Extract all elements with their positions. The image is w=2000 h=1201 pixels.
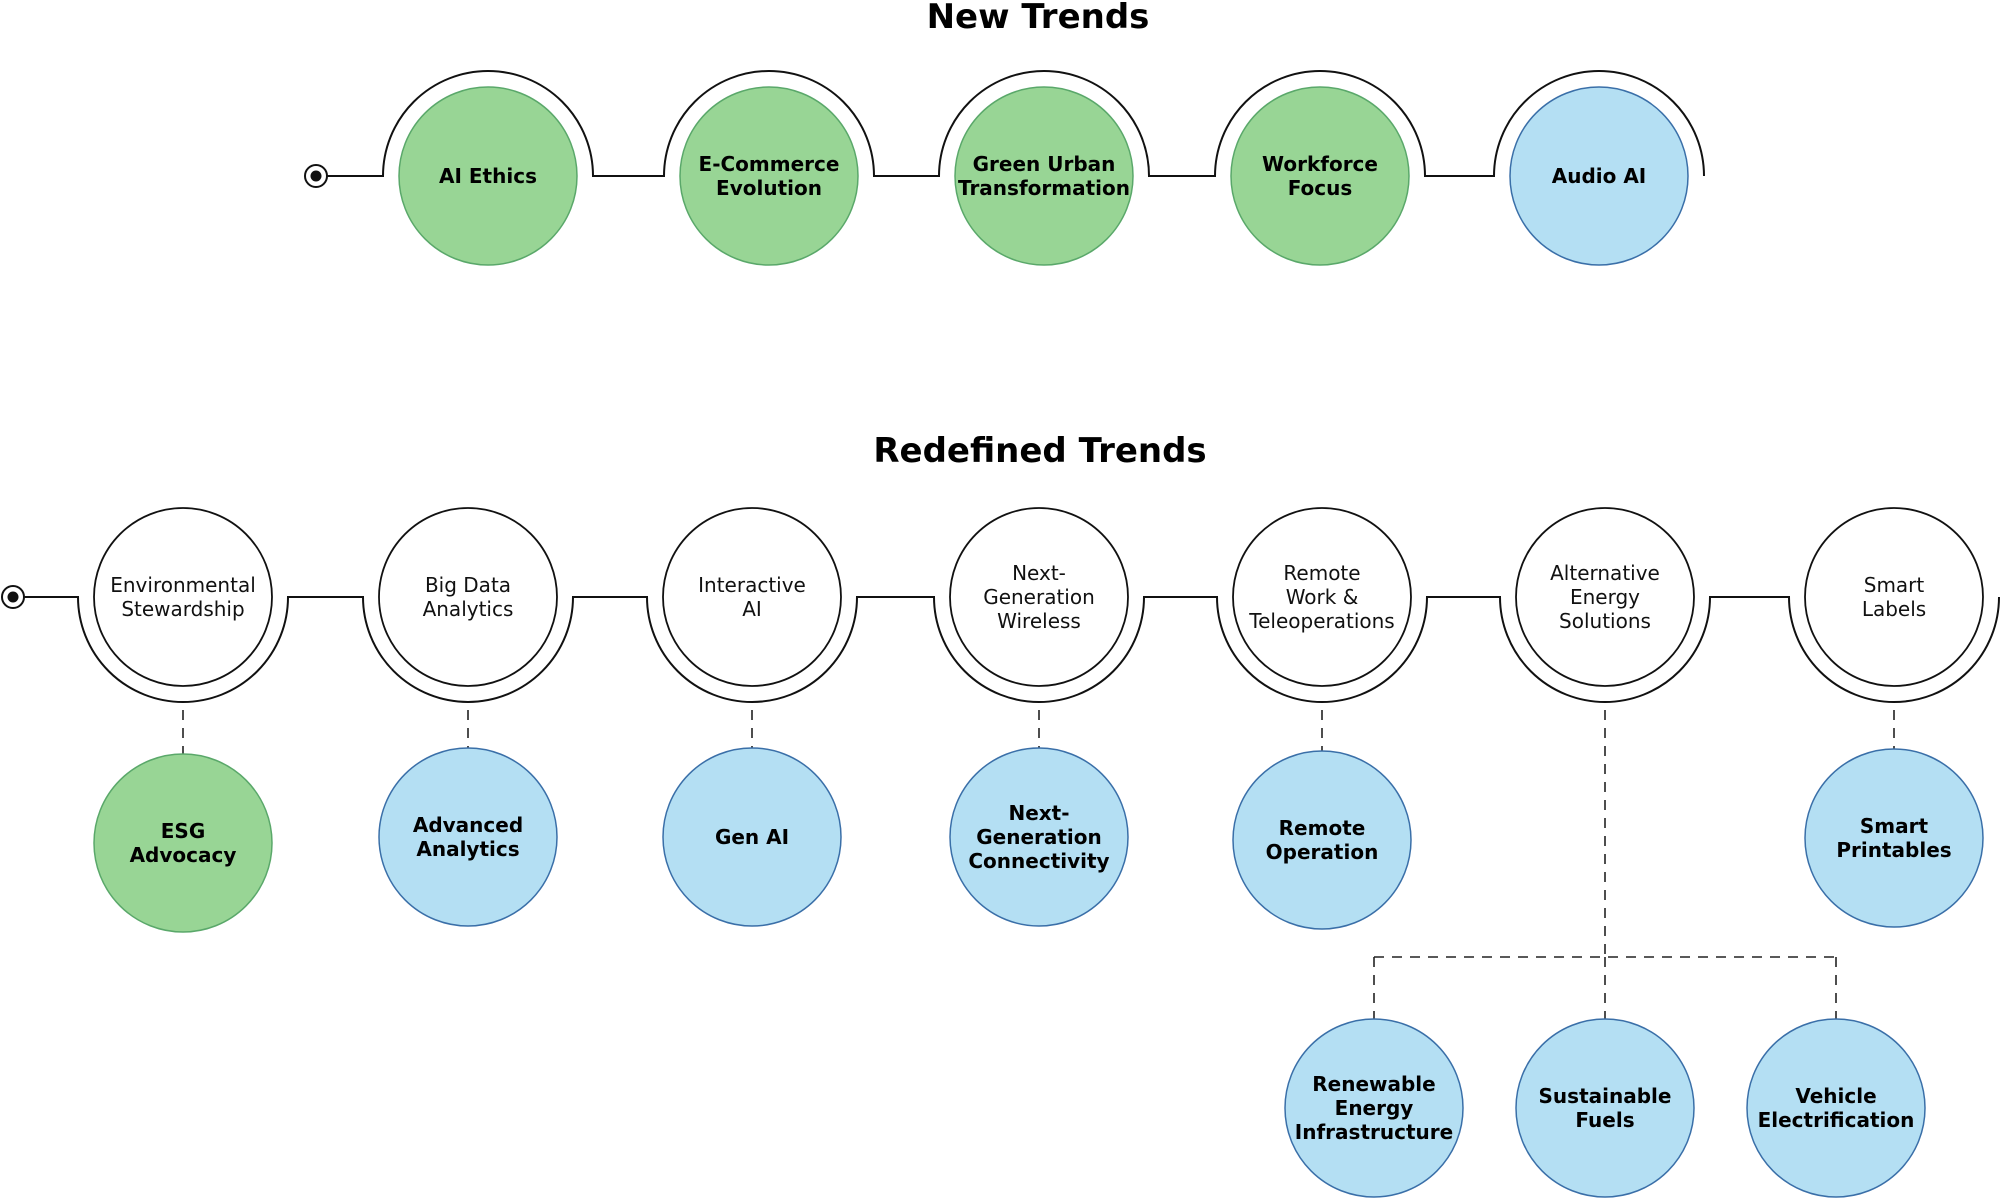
child-node-gen-ai[interactable]: Gen AI xyxy=(662,747,842,927)
redefined-node-environmental-stewardship[interactable]: Environmental Stewardship xyxy=(93,507,273,687)
timeline-start-marker xyxy=(1,585,25,609)
redefined-label: Environmental Stewardship xyxy=(110,573,256,621)
child-node-smart-printables[interactable]: Smart Printables xyxy=(1804,748,1984,928)
trends-diagram: New Trends Redefined Trends AI Ethics E-C… xyxy=(1,0,2000,1198)
timeline-start-marker xyxy=(304,164,328,188)
child-label: Advanced Analytics xyxy=(413,813,523,861)
child-node-renewable-energy-infrastructure[interactable]: Renewable Energy Infrastructure xyxy=(1284,1018,1464,1198)
redefined-node-alternative-energy-solutions[interactable]: Alternative Energy Solutions xyxy=(1515,507,1695,687)
child-node-advanced-analytics[interactable]: Advanced Analytics xyxy=(378,747,558,927)
child-label: Remote Operation xyxy=(1266,816,1379,864)
redefined-node-interactive-ai[interactable]: Interactive AI xyxy=(662,507,842,687)
redefined-node-remote-work-and-teleoperations[interactable]: Remote Work & Teleoperations xyxy=(1232,507,1412,687)
redefined-node-big-data-analytics[interactable]: Big Data Analytics xyxy=(378,507,558,687)
new-trends-timeline: AI Ethics E-Commerce Evolution Green Urban T… xyxy=(304,70,1705,266)
trend-label: E-Commerce Evolution xyxy=(699,152,840,200)
trend-node-green-urban-transformation[interactable]: Green Urban Transformation xyxy=(954,86,1134,266)
child-node-remote-operation[interactable]: Remote Operation xyxy=(1232,750,1412,930)
redefined-node-smart-labels[interactable]: Smart Labels xyxy=(1804,507,1984,687)
child-node-sustainable-fuels[interactable]: Sustainable Fuels xyxy=(1515,1018,1695,1198)
trend-node-e-commerce-evolution[interactable]: E-Commerce Evolution xyxy=(679,86,859,266)
trend-label: Green Urban Transformation xyxy=(958,152,1130,200)
child-label: Gen AI xyxy=(715,825,789,849)
redefined-node-next-generation-wireless[interactable]: Next-Generation Wireless xyxy=(949,507,1129,687)
trend-node-audio-ai[interactable]: Audio AI xyxy=(1509,86,1689,266)
redefined-label: Smart Labels xyxy=(1862,573,1926,621)
redefined-label: Big Data Analytics xyxy=(423,573,514,621)
trend-node-workforce-focus[interactable]: Workforce Focus xyxy=(1230,86,1410,266)
new-trends-title: New Trends xyxy=(927,0,1150,37)
child-node-esg-advocacy[interactable]: ESG Advocacy xyxy=(93,753,273,933)
child-node-vehicle-electrification[interactable]: Vehicle Electrification xyxy=(1746,1018,1926,1198)
trend-label: AI Ethics xyxy=(439,164,537,188)
redefined-trends-title: Redefined Trends xyxy=(873,431,1206,471)
trend-label: Audio AI xyxy=(1552,164,1647,188)
child-node-next-generation-connectivity[interactable]: Next-Generation Connectivity xyxy=(949,747,1129,927)
trend-node-ai-ethics[interactable]: AI Ethics xyxy=(398,86,578,266)
redefined-trends-timeline: Environmental Stewardship ESG Advocacy Big D… xyxy=(1,507,2000,1198)
